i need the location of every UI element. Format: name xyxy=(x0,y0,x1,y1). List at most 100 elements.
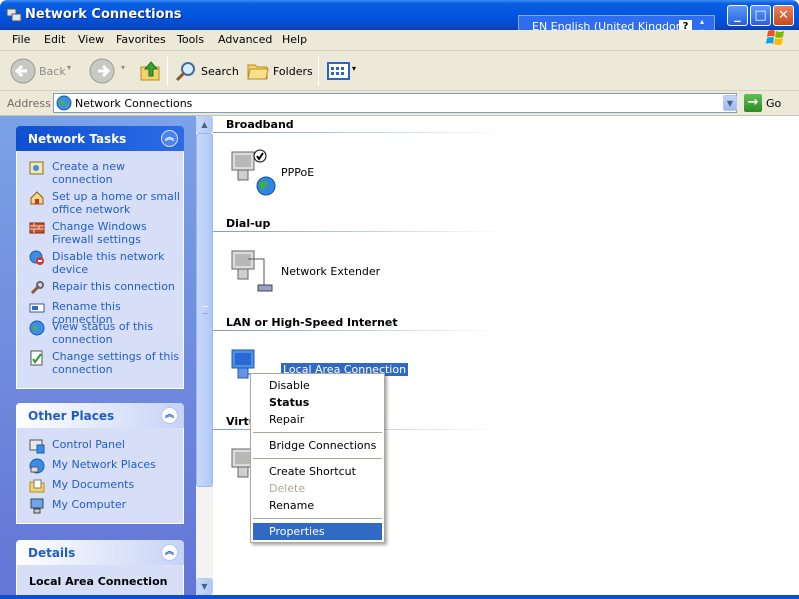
task-label[interactable]: Change settings of this connection xyxy=(52,350,182,376)
scroll-thumb[interactable] xyxy=(196,133,213,487)
status-icon xyxy=(29,320,45,336)
network-tasks-title: Network Tasks xyxy=(28,132,127,146)
network-tasks-body: Create a new connection Set up a home or… xyxy=(16,151,184,389)
group-divider xyxy=(213,231,503,232)
new-connection-icon xyxy=(29,161,44,175)
firewall-icon xyxy=(29,222,45,234)
task-label[interactable]: View status of this connection xyxy=(52,320,182,346)
menu-file[interactable]: File xyxy=(12,33,30,46)
task-label[interactable]: Control Panel xyxy=(52,438,182,451)
up-folder-icon[interactable] xyxy=(139,59,163,83)
other-places-header[interactable]: Other Places ︽ xyxy=(16,403,184,428)
windows-logo-icon xyxy=(766,30,784,45)
minimize-button[interactable]: _ xyxy=(727,5,748,26)
menu-separator xyxy=(253,518,382,519)
back-button[interactable]: Back xyxy=(39,65,66,78)
settings-icon xyxy=(30,350,43,366)
menu-item-bridge-connections[interactable]: Bridge Connections xyxy=(253,437,382,454)
other-places-panel: Other Places ︽ Control Panel My Network … xyxy=(16,403,184,524)
menu-item-repair[interactable]: Repair xyxy=(253,411,382,428)
group-divider xyxy=(213,330,503,331)
documents-icon xyxy=(29,479,45,493)
menu-favorites[interactable]: Favorites xyxy=(116,33,166,46)
task-label[interactable]: Change Windows Firewall settings xyxy=(52,220,182,246)
network-tasks-header[interactable]: Network Tasks ︽ xyxy=(16,126,184,151)
group-divider xyxy=(213,132,503,133)
broadband-connection-icon[interactable] xyxy=(228,146,278,196)
repair-icon xyxy=(30,281,44,295)
context-menu: Disable Status Repair Bridge Connections… xyxy=(250,373,385,543)
menu-edit[interactable]: Edit xyxy=(44,33,65,46)
task-label[interactable]: Repair this connection xyxy=(52,280,182,293)
menu-view[interactable]: View xyxy=(78,33,104,46)
search-icon[interactable] xyxy=(174,60,198,84)
task-label[interactable]: Set up a home or small office network xyxy=(52,190,182,216)
address-dropdown-icon[interactable]: ▼ xyxy=(723,95,737,111)
collapse-icon[interactable]: ︽ xyxy=(161,407,178,424)
go-arrow-icon[interactable]: → xyxy=(744,94,762,112)
menu-separator xyxy=(253,432,382,433)
back-arrow-icon[interactable] xyxy=(10,58,36,84)
collapse-icon[interactable]: ︽ xyxy=(161,130,178,147)
network-globe-icon xyxy=(56,95,72,111)
disable-device-icon xyxy=(29,250,44,265)
menu-help[interactable]: Help xyxy=(282,33,307,46)
back-dropdown-icon[interactable]: ▾ xyxy=(67,63,71,72)
network-connections-icon xyxy=(6,8,22,22)
toolbar-separator xyxy=(318,56,319,86)
details-header[interactable]: Details ︽ xyxy=(16,540,184,565)
scroll-down-icon[interactable]: ▼ xyxy=(196,578,213,595)
scroll-up-icon[interactable]: ▲ xyxy=(196,116,213,133)
network-places-icon xyxy=(29,458,45,474)
menu-item-disable[interactable]: Disable xyxy=(253,377,382,394)
other-places-body: Control Panel My Network Places My Docum… xyxy=(16,428,184,524)
address-bar: Address Network Connections ▼ → Go xyxy=(0,91,799,116)
control-panel-icon xyxy=(29,439,45,454)
menu-item-rename[interactable]: Rename xyxy=(253,497,382,514)
network-tasks-panel: Network Tasks ︽ Create a new connection … xyxy=(16,126,184,389)
address-label: Address xyxy=(7,97,51,110)
dialup-connection-icon[interactable] xyxy=(228,245,278,295)
address-value: Network Connections xyxy=(75,97,193,110)
menu-bar: File Edit View Favorites Tools Advanced … xyxy=(0,30,799,51)
window-title: Network Connections xyxy=(25,7,182,22)
task-label[interactable]: My Documents xyxy=(52,478,182,491)
group-header-dialup: Dial-up xyxy=(226,217,271,230)
menu-item-status[interactable]: Status xyxy=(253,394,382,411)
menu-item-properties[interactable]: Properties xyxy=(253,523,382,540)
group-header-lan: LAN or High-Speed Internet xyxy=(226,316,398,329)
forward-arrow-icon[interactable] xyxy=(89,58,115,84)
rename-icon xyxy=(29,303,45,313)
menu-item-create-shortcut[interactable]: Create Shortcut xyxy=(253,463,382,480)
toolbar-separator xyxy=(167,56,168,86)
menu-item-delete: Delete xyxy=(269,482,306,495)
folders-icon[interactable] xyxy=(246,60,270,82)
go-button[interactable]: Go xyxy=(766,97,781,110)
window-bottom-border xyxy=(0,595,799,599)
address-input[interactable]: Network Connections ▼ xyxy=(53,93,737,113)
folders-button[interactable]: Folders xyxy=(273,65,313,78)
forward-dropdown-icon[interactable]: ▾ xyxy=(121,63,125,72)
computer-icon xyxy=(30,498,44,514)
close-button[interactable]: ✕ xyxy=(773,5,794,26)
connection-label-network-extender[interactable]: Network Extender xyxy=(281,265,380,278)
views-dropdown-icon[interactable]: ▾ xyxy=(352,64,356,73)
connection-label-pppoe[interactable]: PPPoE xyxy=(281,166,314,179)
task-label[interactable]: Create a new connection xyxy=(52,160,182,186)
search-button[interactable]: Search xyxy=(201,65,239,78)
maximize-button[interactable]: □ xyxy=(750,5,771,26)
menu-advanced[interactable]: Advanced xyxy=(218,33,272,46)
task-label[interactable]: My Network Places xyxy=(52,458,182,471)
other-places-title: Other Places xyxy=(28,409,115,423)
task-label[interactable]: My Computer xyxy=(52,498,182,511)
task-label[interactable]: Disable this network device xyxy=(52,250,182,276)
collapse-icon[interactable]: ︽ xyxy=(161,544,178,561)
menu-separator xyxy=(253,458,382,459)
details-panel: Details ︽ Local Area Connection xyxy=(16,540,184,599)
menu-tools[interactable]: Tools xyxy=(177,33,204,46)
details-connection-name: Local Area Connection xyxy=(29,575,168,588)
details-body: Local Area Connection xyxy=(16,565,184,599)
group-header-broadband: Broadband xyxy=(226,118,294,131)
views-icon[interactable] xyxy=(327,61,351,81)
vertical-scrollbar[interactable]: ▲ ▼ xyxy=(196,116,213,595)
